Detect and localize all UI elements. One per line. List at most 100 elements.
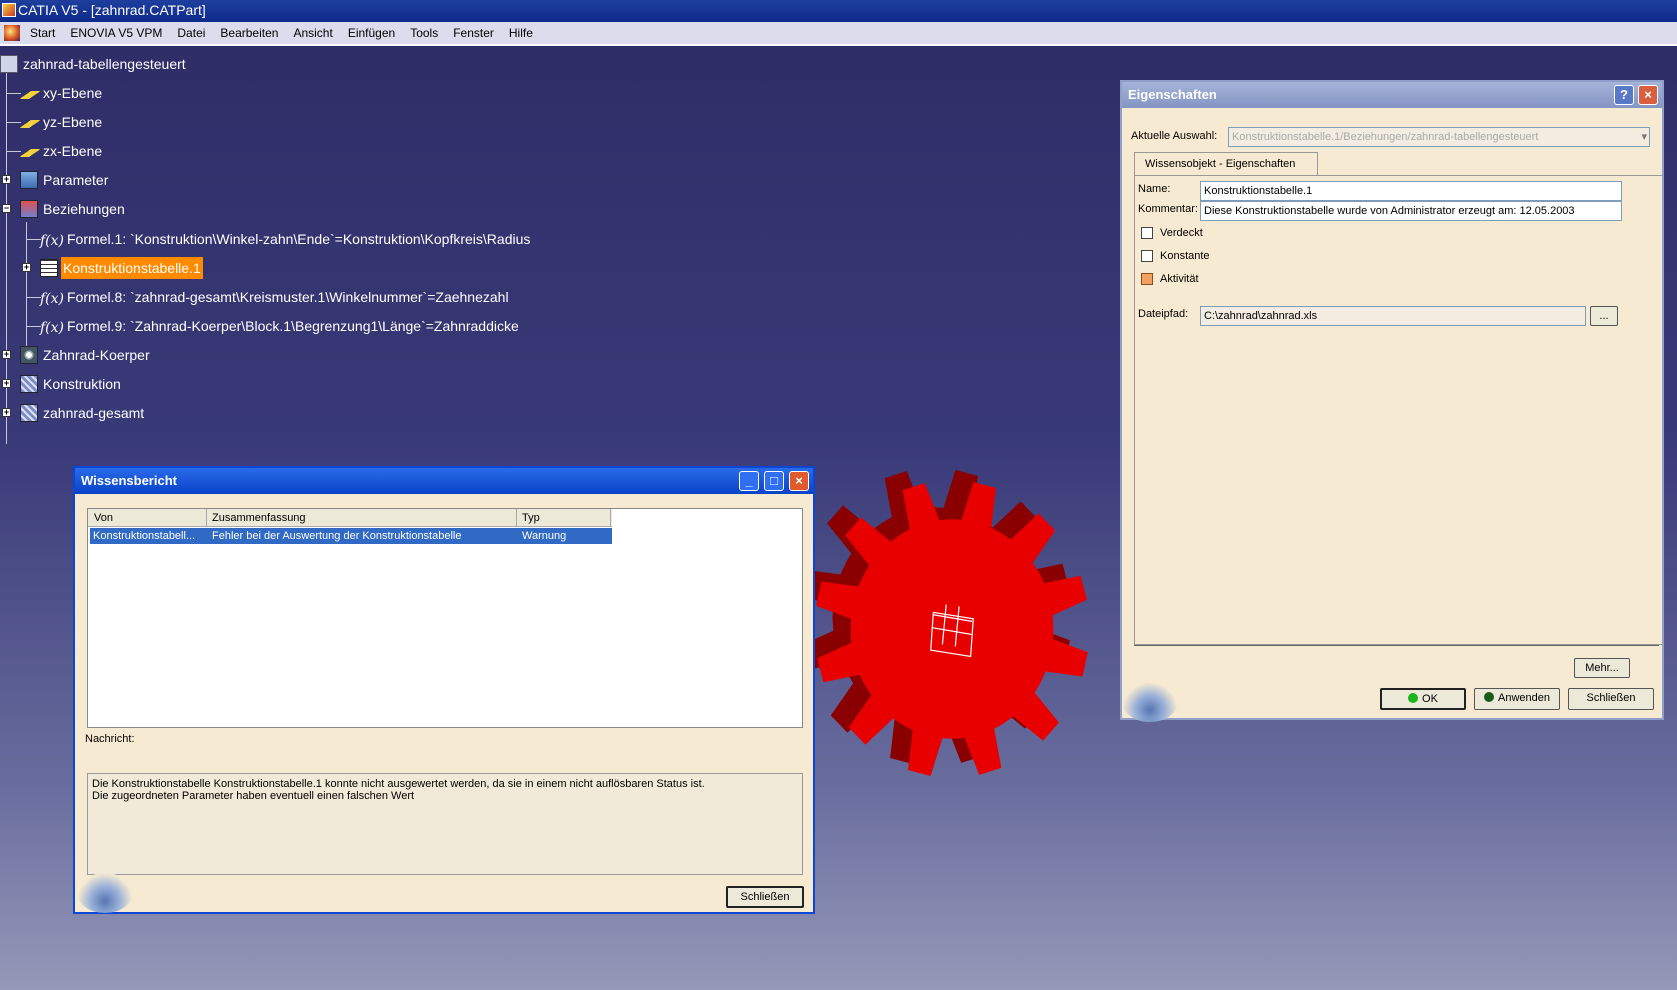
column-zusammenfassung[interactable]: Zusammenfassung xyxy=(212,512,306,524)
minimize-icon[interactable]: _ xyxy=(739,471,759,491)
ok-label: OK xyxy=(1422,693,1438,705)
app-titlebar: CATIA V5 - [zahnrad.CATPart] xyxy=(0,0,1677,22)
expand-plus-icon[interactable]: + xyxy=(2,408,11,417)
apply-icon xyxy=(1484,692,1494,702)
tree-node-formel-9[interactable]: f(x) Formel.9: `Zahnrad-Koerper\Block.1\… xyxy=(40,315,521,337)
eigenschaften-titlebar: Eigenschaften ? × xyxy=(1122,82,1662,108)
message-area[interactable]: Die Konstruktionstabelle Konstruktionsta… xyxy=(87,773,803,875)
maximize-icon[interactable]: □ xyxy=(764,471,784,491)
column-divider xyxy=(206,509,207,527)
tree-node-konstruktionstabelle[interactable]: Konstruktionstabelle.1 xyxy=(40,257,203,279)
menu-datei[interactable]: Datei xyxy=(171,24,211,42)
verdeckt-checkbox[interactable] xyxy=(1141,227,1153,239)
geometrical-set-icon xyxy=(20,404,38,422)
close-icon[interactable]: × xyxy=(1638,85,1658,105)
collapse-minus-icon[interactable]: − xyxy=(2,204,11,213)
name-field[interactable]: Konstruktionstabelle.1 xyxy=(1200,181,1622,201)
tree-label: Formel.1: `Konstruktion\Winkel-zahn\Ende… xyxy=(67,231,531,247)
catia-logo-icon[interactable] xyxy=(4,25,20,41)
konstante-checkbox[interactable] xyxy=(1141,250,1153,262)
divider xyxy=(1134,645,1659,646)
close-icon[interactable]: × xyxy=(789,471,809,491)
tree-node-zahnrad-koerper[interactable]: Zahnrad-Koerper xyxy=(20,344,152,366)
tree-node-konstruktion[interactable]: Konstruktion xyxy=(20,373,123,395)
plane-icon xyxy=(20,120,40,128)
app-title: CATIA V5 - [zahnrad.CATPart] xyxy=(18,2,206,18)
verdeckt-label: Verdeckt xyxy=(1160,227,1203,239)
tree-label: zahnrad-gesamt xyxy=(43,405,145,421)
menu-bearbeiten[interactable]: Bearbeiten xyxy=(214,24,284,42)
tree-label: Zahnrad-Koerper xyxy=(43,347,150,363)
report-row[interactable]: Konstruktionstabell... Fehler bei der Au… xyxy=(90,528,612,544)
menu-enovia[interactable]: ENOVIA V5 VPM xyxy=(64,24,168,42)
formula-icon: f(x) xyxy=(40,291,65,307)
tree-node-formel-1[interactable]: f(x) Formel.1: `Konstruktion\Winkel-zahn… xyxy=(40,228,532,250)
aktuelle-auswahl-select[interactable]: Konstruktionstabelle.1/Beziehungen/zahnr… xyxy=(1228,127,1650,147)
dateipfad-label: Dateipfad: xyxy=(1138,308,1189,320)
tree-label: zx-Ebene xyxy=(43,143,103,159)
message-line: Die Konstruktionstabelle Konstruktionsta… xyxy=(92,778,705,790)
aktivitaet-checkbox[interactable] xyxy=(1141,273,1153,285)
column-divider xyxy=(610,509,611,527)
parameter-icon xyxy=(20,171,38,189)
dateipfad-field[interactable]: C:\zahnrad\zahnrad.xls xyxy=(1200,306,1586,326)
column-von[interactable]: Von xyxy=(94,512,113,524)
konstante-label: Konstante xyxy=(1160,250,1210,262)
tree-line xyxy=(27,326,41,327)
tree-line xyxy=(27,297,41,298)
expand-plus-icon[interactable]: + xyxy=(22,263,31,272)
gear-3d-model[interactable] xyxy=(810,455,1130,805)
menu-tools[interactable]: Tools xyxy=(404,24,444,42)
tree-node-formel-8[interactable]: f(x) Formel.8: `zahnrad-gesamt\Kreismust… xyxy=(40,286,511,308)
menu-ansicht[interactable]: Ansicht xyxy=(287,24,338,42)
plane-icon xyxy=(20,149,40,157)
chevron-down-icon[interactable]: ▾ xyxy=(1641,128,1647,146)
anwenden-button[interactable]: Anwenden xyxy=(1474,688,1560,710)
window-title: Wissensbericht xyxy=(81,473,177,488)
tree-node-xy-plane[interactable]: xy-Ebene xyxy=(20,82,104,104)
message-line: Die zugeordneten Parameter haben eventue… xyxy=(92,790,415,802)
menu-einfuegen[interactable]: Einfügen xyxy=(342,24,401,42)
tree-line xyxy=(7,122,21,123)
formula-icon: f(x) xyxy=(40,233,65,249)
tree-node-root[interactable]: zahnrad-tabellengesteuert xyxy=(0,53,188,75)
tree-node-zx-plane[interactable]: zx-Ebene xyxy=(20,140,104,162)
tree-label: Formel.8: `zahnrad-gesamt\Kreismuster.1\… xyxy=(67,289,509,305)
browse-button[interactable]: ... xyxy=(1590,306,1618,326)
tree-line xyxy=(7,151,21,152)
tree-node-yz-plane[interactable]: yz-Ebene xyxy=(20,111,104,133)
expand-plus-icon[interactable]: + xyxy=(2,379,11,388)
anwenden-label: Anwenden xyxy=(1498,692,1550,704)
tree-line xyxy=(27,239,41,240)
wissensbericht-titlebar: Wissensbericht _ □ × xyxy=(75,468,813,494)
help-icon[interactable]: ? xyxy=(1614,85,1634,105)
mehr-button[interactable]: Mehr... xyxy=(1574,658,1630,678)
expand-plus-icon[interactable]: + xyxy=(2,175,11,184)
menu-fenster[interactable]: Fenster xyxy=(447,24,500,42)
schliessen-button[interactable]: Schließen xyxy=(726,886,804,908)
tree-label: Parameter xyxy=(43,172,109,188)
menu-hilfe[interactable]: Hilfe xyxy=(503,24,539,42)
plane-icon xyxy=(20,91,40,99)
row-zusammenfassung: Fehler bei der Auswertung der Konstrukti… xyxy=(212,530,462,542)
column-typ[interactable]: Typ xyxy=(522,512,540,524)
tree-label: zahnrad-tabellengesteuert xyxy=(23,56,186,72)
body-icon xyxy=(20,346,38,364)
catia-planet-logo xyxy=(1122,682,1178,722)
report-list[interactable]: Von Zusammenfassung Typ Konstruktionstab… xyxy=(87,508,803,728)
report-list-header: Von Zusammenfassung Typ xyxy=(88,509,612,527)
schliessen-button[interactable]: Schließen xyxy=(1568,688,1654,710)
catia-app-icon xyxy=(2,3,16,17)
tree-node-zahnrad-gesamt[interactable]: zahnrad-gesamt xyxy=(20,402,146,424)
tree-label: Formel.9: `Zahnrad-Koerper\Block.1\Begre… xyxy=(67,318,519,334)
expand-plus-icon[interactable]: + xyxy=(2,350,11,359)
kommentar-field[interactable]: Diese Konstruktionstabelle wurde von Adm… xyxy=(1200,201,1622,221)
tree-line xyxy=(7,93,21,94)
ok-button[interactable]: OK xyxy=(1380,688,1466,710)
menubar: Start ENOVIA V5 VPM Datei Bearbeiten Ans… xyxy=(0,22,1677,46)
tab-wissensobjekt[interactable]: Wissensobjekt - Eigenschaften xyxy=(1134,152,1318,176)
relations-icon xyxy=(20,200,38,218)
tree-node-parameter[interactable]: Parameter xyxy=(20,169,110,191)
menu-start[interactable]: Start xyxy=(24,24,61,42)
tree-node-beziehungen[interactable]: Beziehungen xyxy=(20,198,127,220)
